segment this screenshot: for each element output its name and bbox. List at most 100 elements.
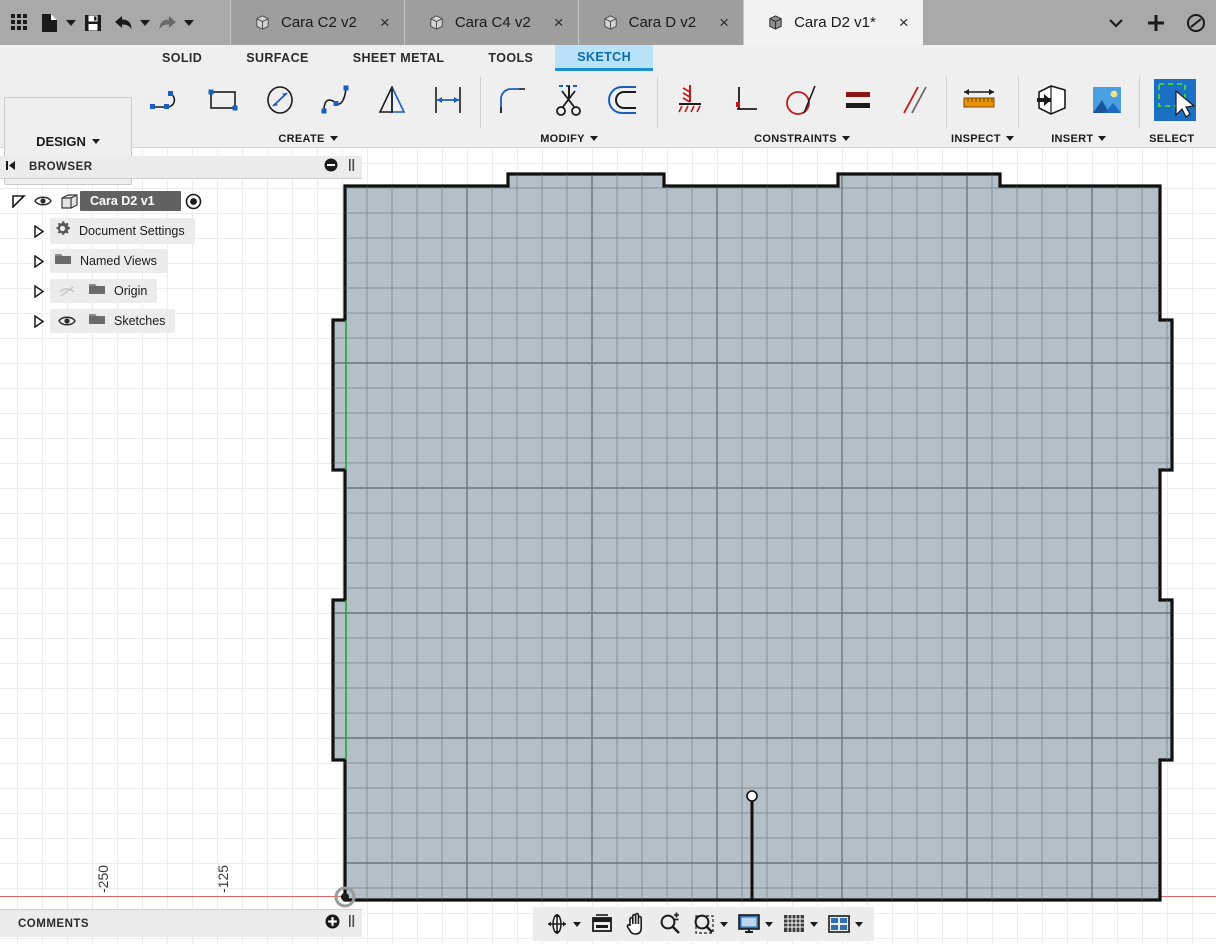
ribbon-tab-surface[interactable]: SURFACE: [224, 45, 331, 71]
ribbon-tab-tools[interactable]: TOOLS: [466, 45, 555, 71]
display-settings-button[interactable]: [733, 907, 776, 941]
activate-component-radio[interactable]: [181, 193, 207, 210]
document-tab[interactable]: Cara D v2 ×: [577, 0, 744, 45]
fillet-icon[interactable]: [485, 74, 541, 126]
ribbon-group-label-inspect[interactable]: INSPECT: [951, 129, 1014, 148]
tree-node-pill: Document Settings: [50, 218, 195, 244]
new-file-icon[interactable]: [34, 0, 64, 45]
ribbon: SOLID SURFACE SHEET METAL TOOLS SKETCH D…: [0, 45, 1216, 185]
folder-icon: [54, 251, 72, 271]
close-icon[interactable]: ×: [540, 14, 564, 31]
ribbon-tab-sheet-metal[interactable]: SHEET METAL: [331, 45, 467, 71]
expand-twisty-icon[interactable]: [28, 314, 50, 328]
orbit-button[interactable]: [541, 907, 584, 941]
perpendicular-constraint-icon[interactable]: [718, 74, 774, 126]
tree-node-document-settings[interactable]: Document Settings: [0, 216, 362, 246]
fusion-window: -250 -125 Cara C2 v2 × Cara C4 v2 × Cara…: [0, 0, 1216, 944]
measure-icon[interactable]: [951, 74, 1007, 126]
ribbon-group-label-create[interactable]: CREATE: [140, 129, 476, 148]
grip-icon[interactable]: [348, 158, 356, 177]
redo-dropdown[interactable]: [182, 0, 196, 45]
chevron-down-icon[interactable]: [720, 921, 728, 927]
app-grid-icon[interactable]: [4, 0, 34, 45]
circle-icon[interactable]: [252, 74, 308, 126]
chevron-down-icon[interactable]: [765, 921, 773, 927]
document-tab-active[interactable]: Cara D2 v1* ×: [743, 0, 923, 45]
zoom-window-icon: [691, 911, 717, 937]
close-icon[interactable]: ×: [885, 14, 909, 31]
rectangle-icon[interactable]: [196, 74, 252, 126]
ribbon-group-label-constraints[interactable]: CONSTRAINTS: [662, 129, 942, 148]
grip-icon[interactable]: [348, 914, 356, 933]
undo-dropdown[interactable]: [138, 0, 152, 45]
close-icon[interactable]: ×: [366, 14, 390, 31]
ribbon-tab-sketch[interactable]: SKETCH: [555, 45, 654, 71]
collapse-left-icon[interactable]: [6, 158, 19, 176]
equal-constraint-icon[interactable]: [830, 74, 886, 126]
mirror-icon[interactable]: [364, 74, 420, 126]
visibility-eye-icon[interactable]: [30, 195, 56, 207]
orbit-icon: [544, 911, 570, 937]
new-file-dropdown[interactable]: [64, 0, 78, 45]
ribbon-group-label-modify[interactable]: MODIFY: [485, 129, 653, 148]
tangent-constraint-icon[interactable]: [774, 74, 830, 126]
offset-icon[interactable]: [597, 74, 653, 126]
look-at-icon: [589, 911, 615, 937]
tree-node-named-views[interactable]: Named Views: [0, 246, 362, 276]
viewports-button[interactable]: [823, 907, 866, 941]
help-circle-icon[interactable]: [1176, 0, 1216, 45]
insert-image-icon[interactable]: [1079, 74, 1135, 126]
document-tab[interactable]: Cara C2 v2 ×: [230, 0, 404, 45]
save-icon[interactable]: [78, 0, 108, 45]
gear-icon: [54, 220, 71, 242]
document-tab[interactable]: Cara C4 v2 ×: [403, 0, 578, 45]
line-icon[interactable]: [140, 74, 196, 126]
chevron-down-icon[interactable]: [855, 921, 863, 927]
grid-snaps-button[interactable]: [778, 907, 821, 941]
close-icon[interactable]: ×: [705, 14, 729, 31]
minus-circle-icon[interactable]: [324, 158, 338, 177]
group-name-text: CREATE: [278, 132, 325, 145]
titlebar-right-controls: [1096, 0, 1216, 45]
ribbon-tabs: SOLID SURFACE SHEET METAL TOOLS SKETCH: [140, 45, 654, 71]
cube-icon: [430, 15, 443, 30]
sketch-dimension-icon[interactable]: [420, 74, 476, 126]
fix-constraint-icon[interactable]: [662, 74, 718, 126]
tree-node-label: Cara D2 v1: [80, 191, 181, 211]
chevron-down-icon[interactable]: [810, 921, 818, 927]
spline-icon[interactable]: [308, 74, 364, 126]
zoom-window-button[interactable]: [688, 907, 731, 941]
visibility-eye-icon[interactable]: [54, 315, 80, 327]
chevron-down-icon: [589, 136, 598, 141]
ribbon-group-label-insert[interactable]: INSERT: [1023, 129, 1135, 148]
parallel-constraint-icon[interactable]: [886, 74, 942, 126]
insert-derive-icon[interactable]: [1023, 74, 1079, 126]
grid-label: -250: [95, 864, 111, 893]
pan-button[interactable]: [620, 907, 652, 941]
tree-node-origin[interactable]: Origin: [0, 276, 362, 306]
group-divider: [1138, 77, 1140, 128]
ribbon-tab-solid[interactable]: SOLID: [140, 45, 224, 71]
zoom-button[interactable]: [654, 907, 686, 941]
expand-twisty-icon[interactable]: [28, 224, 50, 238]
plus-icon[interactable]: [1136, 0, 1176, 45]
tree-node-sketches[interactable]: Sketches: [0, 306, 362, 336]
ribbon-groups: CREATE MODIFY CONSTRAINTS INSPECT INSERT…: [140, 71, 1200, 148]
trim-icon[interactable]: [541, 74, 597, 126]
redo-icon[interactable]: [152, 0, 182, 45]
expand-twisty-icon[interactable]: [28, 254, 50, 268]
ribbon-group-select: SELECT: [1144, 71, 1200, 148]
visibility-hidden-eye-icon[interactable]: [54, 285, 80, 298]
chevron-down-icon[interactable]: [573, 921, 581, 927]
plus-circle-icon[interactable]: [325, 914, 340, 934]
undo-icon[interactable]: [108, 0, 138, 45]
expand-twisty-icon[interactable]: [8, 194, 30, 208]
tree-node-component[interactable]: Cara D2 v1: [0, 186, 362, 216]
chevron-down-icon[interactable]: [1096, 0, 1136, 45]
expand-twisty-icon[interactable]: [28, 284, 50, 298]
select-icon[interactable]: [1144, 74, 1200, 126]
document-tab-label: Cara D2 v1*: [794, 14, 876, 31]
group-divider: [657, 77, 658, 128]
look-at-button[interactable]: [586, 907, 618, 941]
ribbon-group-label-select[interactable]: SELECT: [1144, 129, 1200, 148]
